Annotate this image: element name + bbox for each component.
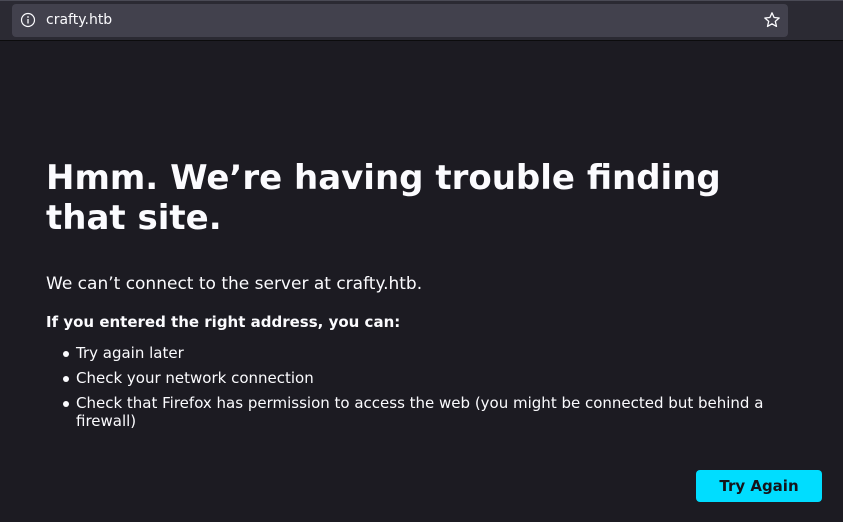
suggestions-heading: If you entered the right address, you ca…: [46, 313, 401, 331]
error-description: We can’t connect to the server at crafty…: [46, 274, 423, 294]
info-icon[interactable]: [20, 12, 36, 28]
try-again-button[interactable]: Try Again: [696, 470, 822, 502]
error-title: Hmm. We’re having trouble finding that s…: [46, 158, 721, 238]
star-icon[interactable]: [763, 11, 781, 29]
url-bar[interactable]: crafty.htb: [12, 4, 788, 37]
error-page-content: Hmm. We’re having trouble finding that s…: [46, 158, 806, 437]
browser-toolbar: crafty.htb: [0, 0, 843, 41]
url-text[interactable]: crafty.htb: [46, 11, 112, 29]
suggestion-check-network: Check your network connection: [63, 369, 806, 387]
suggestion-try-again-later: Try again later: [63, 344, 806, 362]
suggestion-check-firefox-permission: Check that Firefox has permission to acc…: [63, 394, 806, 430]
toolbar-top-border: [0, 0, 843, 1]
suggestions-list: Try again later Check your network conne…: [46, 344, 806, 430]
